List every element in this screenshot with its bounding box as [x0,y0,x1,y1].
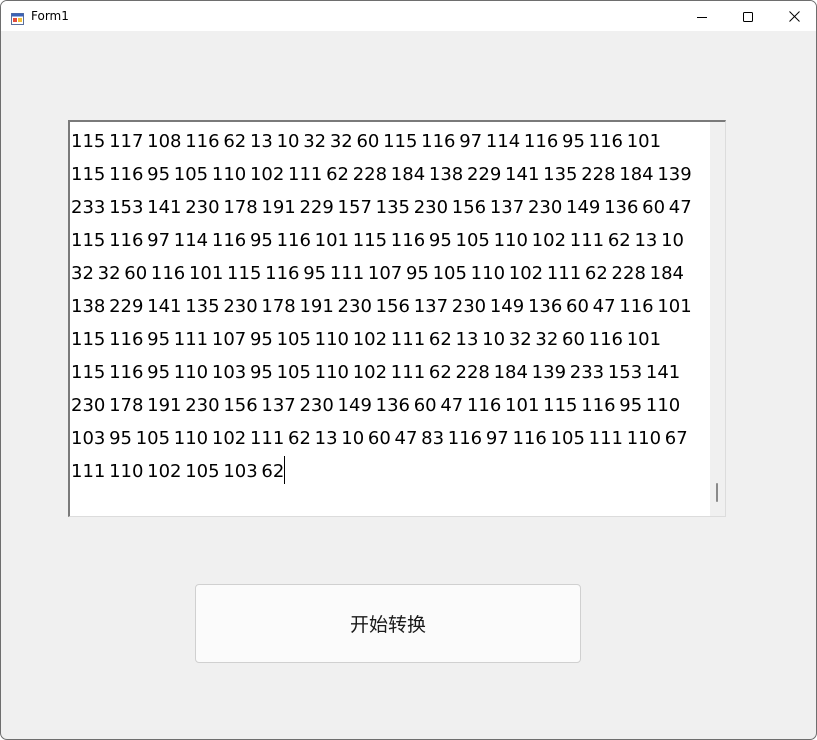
vertical-scrollbar[interactable] [710,122,725,516]
maximize-button[interactable] [725,1,771,31]
title-bar[interactable]: Form1 [1,1,816,31]
main-window: Form1 115 117 108 116 62 13 10 32 32 60 … [0,0,817,740]
maximize-icon [743,7,753,26]
textbox-content: 115 117 108 116 62 13 10 32 32 60 115 11… [71,125,711,488]
minimize-button[interactable] [679,1,725,31]
text-caret [284,456,286,484]
textbox-value: 115 117 108 116 62 13 10 32 32 60 115 11… [71,131,692,482]
window-title: Form1 [31,9,69,23]
start-convert-button[interactable]: 开始转换 [195,584,581,663]
form-app-icon [11,10,24,25]
scrollbar-thumb[interactable] [716,483,718,502]
minimize-icon [697,7,707,26]
byte-textbox[interactable]: 115 117 108 116 62 13 10 32 32 60 115 11… [68,120,726,517]
close-icon [788,7,800,26]
close-button[interactable] [771,1,816,31]
